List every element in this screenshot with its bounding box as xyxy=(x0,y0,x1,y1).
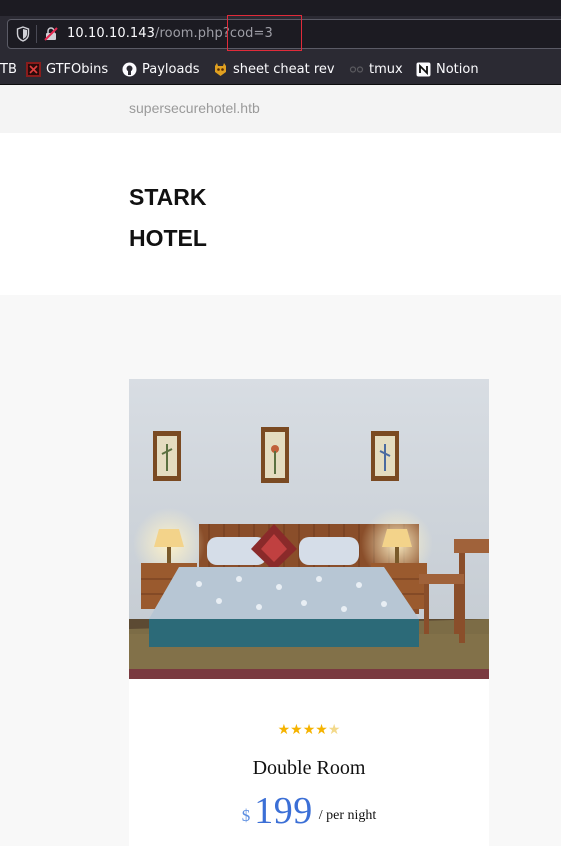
bookmark-label: tmux xyxy=(369,62,403,77)
skull-icon xyxy=(215,63,226,76)
brand-line-1: STARK xyxy=(129,184,207,210)
github-icon xyxy=(122,62,137,77)
bookmark-label: TB xyxy=(0,62,17,77)
brand-logo-text[interactable]: STARK HOTEL xyxy=(129,177,249,259)
bookmark-tmux[interactable]: tmux xyxy=(349,62,403,77)
url-host: 10.10.10.143 xyxy=(67,26,156,41)
star-empty-icon: ★ xyxy=(327,722,341,738)
star-filled-icon: ★ xyxy=(277,722,291,738)
room-rating: ★★★★★ xyxy=(129,722,489,738)
bookmark-sheet-cheat-rev[interactable]: sheet cheat rev xyxy=(213,62,335,77)
price-amount: 199 xyxy=(254,790,313,832)
bookmark-label: sheet cheat rev xyxy=(233,62,335,77)
price-per-night: / per night xyxy=(318,808,377,823)
bookmark-payloads[interactable]: Payloads xyxy=(122,62,199,77)
window-top-strip xyxy=(0,0,561,16)
shield-icon[interactable] xyxy=(16,26,30,42)
bookmarks-toolbar: TB GTFObins Payloads sheet cheat rev tmu… xyxy=(0,54,561,85)
annotation-highlight-box xyxy=(227,15,302,51)
bedroom-image xyxy=(129,379,489,679)
bookmark-notion[interactable]: Notion xyxy=(416,62,479,77)
bookmark-label: GTFObins xyxy=(46,62,109,77)
separator xyxy=(36,25,37,43)
star-filled-icon: ★ xyxy=(315,722,328,738)
notion-icon xyxy=(416,62,431,77)
room-price: $ 199 / per night xyxy=(129,789,489,833)
site-domain-link[interactable]: supersecurehotel.htb xyxy=(129,100,260,116)
brand-line-2: HOTEL xyxy=(129,225,207,251)
site-top-bar: supersecurehotel.htb xyxy=(0,85,561,133)
gtfobins-icon xyxy=(26,62,41,77)
star-filled-icon: ★ xyxy=(290,722,303,738)
tmux-icon xyxy=(349,66,364,73)
room-card: ★★★★★ Double Room $ 199 / per night xyxy=(129,379,489,846)
bookmark-label: Notion xyxy=(436,62,479,77)
room-photo xyxy=(129,379,489,679)
insecure-lock-icon[interactable] xyxy=(44,27,58,41)
bookmark-htb[interactable]: TB xyxy=(0,62,17,77)
bookmark-label: Payloads xyxy=(142,62,200,77)
star-filled-icon: ★ xyxy=(302,722,316,738)
bookmark-gtfobins[interactable]: GTFObins xyxy=(26,62,108,77)
room-name: Double Room xyxy=(252,757,366,779)
site-header: STARK HOTEL xyxy=(0,133,561,295)
price-currency: $ xyxy=(241,806,251,825)
